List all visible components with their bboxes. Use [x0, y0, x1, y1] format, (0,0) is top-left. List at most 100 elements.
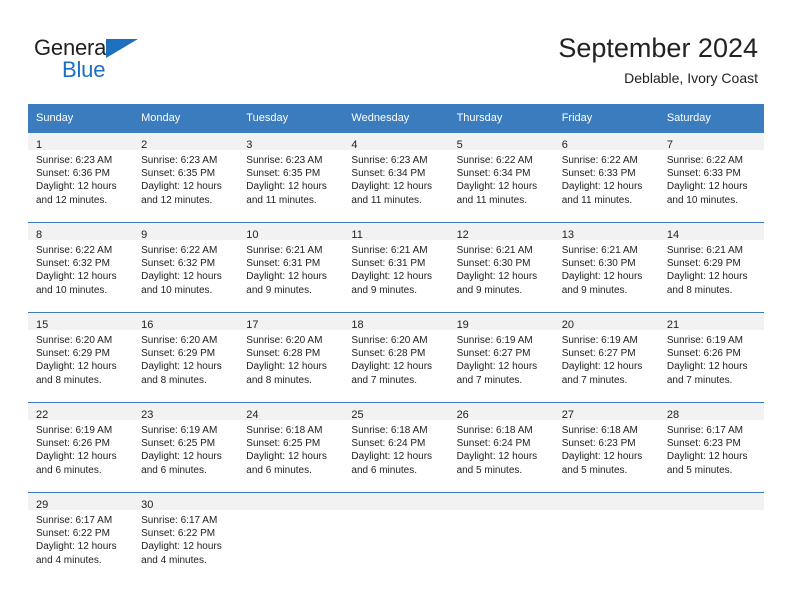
calendar-day-cell[interactable]: 6 Sunrise: 6:22 AM Sunset: 6:33 PM Daylight… — [553, 132, 659, 222]
calendar-day-cell[interactable]: 15 Sunrise: 6:20 AM Sunset: 6:29 PM Dayligh… — [28, 312, 134, 402]
calendar-day-cell[interactable]: 16 Sunrise: 6:20 AM Sunset: 6:29 PM Dayligh… — [133, 312, 239, 402]
calendar-cell: 13 Sunrise: 6:21 AM Sunset: 6:30 PM Dayligh… — [553, 222, 659, 312]
sunset-text: Sunset: 6:29 PM — [666, 258, 741, 270]
calendar-day-cell[interactable]: 14 Sunrise: 6:21 AM Sunset: 6:29 PM Dayligh… — [658, 222, 764, 312]
calendar-day-cell[interactable]: 4 Sunrise: 6:23 AM Sunset: 6:34 PM Daylight… — [343, 132, 449, 222]
sunset-text: Sunset: 6:27 PM — [456, 348, 531, 360]
calendar-day-cell[interactable]: 25 Sunrise: 6:18 AM Sunset: 6:24 PM Dayligh… — [343, 402, 449, 492]
calendar-day-cell-empty — [448, 492, 554, 582]
calendar-day-cell[interactable]: 17 Sunrise: 6:20 AM Sunset: 6:28 PM Dayligh… — [238, 312, 344, 402]
calendar-day-cell[interactable]: 1 Sunrise: 6:23 AM Sunset: 6:36 PM Daylight… — [28, 132, 134, 222]
calendar-week-row: 29 Sunrise: 6:17 AM Sunset: 6:22 PM Dayligh… — [28, 492, 764, 582]
calendar-day-cell[interactable]: 9 Sunrise: 6:22 AM Sunset: 6:32 PM Daylight… — [133, 222, 239, 312]
calendar-cell: 10 Sunrise: 6:21 AM Sunset: 6:31 PM Dayligh… — [238, 222, 344, 312]
day-number-band: 27 — [553, 403, 659, 421]
calendar-day-cell[interactable]: 2 Sunrise: 6:23 AM Sunset: 6:35 PM Daylight… — [133, 132, 239, 222]
calendar-cell: 26 Sunrise: 6:18 AM Sunset: 6:24 PM Dayligh… — [448, 402, 554, 492]
day-details: Sunrise: 6:17 AM Sunset: 6:22 PM Daylight:… — [28, 510, 133, 567]
day-number-band: 21 — [658, 313, 764, 331]
calendar-day-cell[interactable]: 13 Sunrise: 6:21 AM Sunset: 6:30 PM Dayligh… — [553, 222, 659, 312]
sunrise-text: Sunrise: 6:21 AM — [666, 245, 743, 256]
day-number-band: 8 — [28, 223, 134, 241]
calendar-day-cell[interactable]: 30 Sunrise: 6:17 AM Sunset: 6:22 PM Dayligh… — [133, 492, 239, 582]
sunrise-text: Sunrise: 6:20 AM — [141, 335, 218, 346]
calendar-day-cell[interactable]: 23 Sunrise: 6:19 AM Sunset: 6:25 PM Dayligh… — [133, 402, 239, 492]
day-number: 16 — [141, 319, 154, 331]
day-details: Sunrise: 6:18 AM Sunset: 6:24 PM Daylight:… — [449, 420, 554, 477]
day-details: Sunrise: 6:21 AM Sunset: 6:31 PM Daylight:… — [343, 240, 448, 297]
calendar-day-cell[interactable]: 7 Sunrise: 6:22 AM Sunset: 6:33 PM Daylight… — [658, 132, 764, 222]
day-number: 26 — [456, 409, 469, 421]
daylight-text-line1: Daylight: 12 hours — [36, 271, 117, 283]
day-number-band: 5 — [448, 133, 554, 151]
calendar-cell: 11 Sunrise: 6:21 AM Sunset: 6:31 PM Dayligh… — [343, 222, 449, 312]
day-number: 25 — [351, 409, 364, 421]
month-calendar: Sunday Monday Tuesday Wednesday Thursday Frid… — [28, 104, 764, 582]
day-number: 12 — [456, 229, 469, 241]
daylight-text-line2: and 10 minutes. — [141, 284, 213, 296]
day-number: 24 — [246, 409, 259, 421]
calendar-day-cell[interactable]: 12 Sunrise: 6:21 AM Sunset: 6:30 PM Dayligh… — [448, 222, 554, 312]
day-details: Sunrise: 6:17 AM Sunset: 6:23 PM Daylight:… — [659, 420, 764, 477]
day-details: Sunrise: 6:22 AM Sunset: 6:33 PM Daylight:… — [554, 150, 659, 207]
calendar-cell: 30 Sunrise: 6:17 AM Sunset: 6:22 PM Dayligh… — [133, 492, 239, 582]
daylight-text-line2: and 6 minutes. — [351, 464, 418, 476]
daylight-text-line2: and 4 minutes. — [36, 554, 102, 566]
sunrise-text: Sunrise: 6:19 AM — [141, 425, 218, 436]
day-number-band — [658, 493, 764, 510]
day-details: Sunrise: 6:20 AM Sunset: 6:28 PM Daylight:… — [343, 330, 448, 387]
calendar-day-cell[interactable]: 8 Sunrise: 6:22 AM Sunset: 6:32 PM Daylight… — [28, 222, 134, 312]
sunrise-text: Sunrise: 6:18 AM — [351, 425, 428, 436]
sunrise-text: Sunrise: 6:17 AM — [36, 515, 113, 526]
calendar-cell: 25 Sunrise: 6:18 AM Sunset: 6:24 PM Dayligh… — [343, 402, 449, 492]
day-number: 10 — [246, 229, 259, 241]
day-number-band: 12 — [448, 223, 554, 241]
calendar-day-cell[interactable]: 5 Sunrise: 6:22 AM Sunset: 6:34 PM Daylight… — [448, 132, 554, 222]
day-details — [659, 510, 764, 514]
calendar-day-cell[interactable]: 26 Sunrise: 6:18 AM Sunset: 6:24 PM Dayligh… — [448, 402, 554, 492]
daylight-text-line1: Daylight: 12 hours — [141, 271, 222, 283]
daylight-text-line1: Daylight: 12 hours — [666, 361, 748, 373]
sunrise-text: Sunrise: 6:18 AM — [456, 425, 533, 436]
day-number-band: 26 — [448, 403, 554, 421]
calendar-day-cell[interactable]: 22 Sunrise: 6:19 AM Sunset: 6:26 PM Dayligh… — [28, 402, 134, 492]
day-details — [554, 510, 659, 514]
calendar-day-cell[interactable]: 27 Sunrise: 6:18 AM Sunset: 6:23 PM Dayligh… — [553, 402, 659, 492]
day-number: 8 — [36, 229, 43, 241]
calendar-day-cell[interactable]: 18 Sunrise: 6:20 AM Sunset: 6:28 PM Dayligh… — [343, 312, 449, 402]
calendar-cell: 18 Sunrise: 6:20 AM Sunset: 6:28 PM Dayligh… — [343, 312, 449, 402]
day-details — [343, 510, 448, 514]
daylight-text-line2: and 7 minutes. — [561, 374, 628, 386]
calendar-day-cell-empty — [238, 492, 344, 582]
calendar-day-cell[interactable]: 3 Sunrise: 6:23 AM Sunset: 6:35 PM Daylight… — [238, 132, 344, 222]
daylight-text-line2: and 9 minutes. — [351, 284, 418, 296]
daylight-text-line1: Daylight: 12 hours — [141, 181, 222, 193]
calendar-day-cell[interactable]: 21 Sunrise: 6:19 AM Sunset: 6:26 PM Dayligh… — [658, 312, 764, 402]
daylight-text-line1: Daylight: 12 hours — [351, 451, 433, 463]
sunset-text: Sunset: 6:22 PM — [36, 528, 110, 540]
daylight-text-line2: and 6 minutes. — [36, 464, 102, 476]
calendar-day-cell[interactable]: 28 Sunrise: 6:17 AM Sunset: 6:23 PM Dayligh… — [658, 402, 764, 492]
day-number-band: 14 — [658, 223, 764, 241]
calendar-day-cell[interactable]: 11 Sunrise: 6:21 AM Sunset: 6:31 PM Dayligh… — [343, 222, 449, 312]
calendar-day-cell[interactable]: 19 Sunrise: 6:19 AM Sunset: 6:27 PM Dayligh… — [448, 312, 554, 402]
calendar-week-row: 8 Sunrise: 6:22 AM Sunset: 6:32 PM Daylight… — [28, 222, 764, 312]
daylight-text-line1: Daylight: 12 hours — [666, 181, 748, 193]
day-number: 5 — [456, 139, 463, 151]
page-header: General Blue September 2024 Deblable, Iv… — [0, 0, 792, 100]
general-blue-logo[interactable]: General Blue — [34, 36, 164, 84]
daylight-text-line2: and 8 minutes. — [666, 284, 733, 296]
calendar-day-cell[interactable]: 24 Sunrise: 6:18 AM Sunset: 6:25 PM Dayligh… — [238, 402, 344, 492]
weekday-header-thursday: Thursday — [448, 104, 554, 132]
sunrise-text: Sunrise: 6:20 AM — [246, 335, 323, 346]
sunset-text: Sunset: 6:25 PM — [246, 438, 321, 450]
calendar-day-cell[interactable]: 20 Sunrise: 6:19 AM Sunset: 6:27 PM Dayligh… — [553, 312, 659, 402]
calendar-day-cell[interactable]: 29 Sunrise: 6:17 AM Sunset: 6:22 PM Dayligh… — [28, 492, 134, 582]
day-number-band: 28 — [658, 403, 764, 421]
day-details — [449, 510, 554, 514]
daylight-text-line2: and 8 minutes. — [141, 374, 207, 386]
day-number-band: 15 — [28, 313, 134, 331]
calendar-day-cell[interactable]: 10 Sunrise: 6:21 AM Sunset: 6:31 PM Dayligh… — [238, 222, 344, 312]
calendar-body: 1 Sunrise: 6:23 AM Sunset: 6:36 PM Daylight… — [28, 132, 764, 582]
daylight-text-line2: and 8 minutes. — [246, 374, 312, 386]
